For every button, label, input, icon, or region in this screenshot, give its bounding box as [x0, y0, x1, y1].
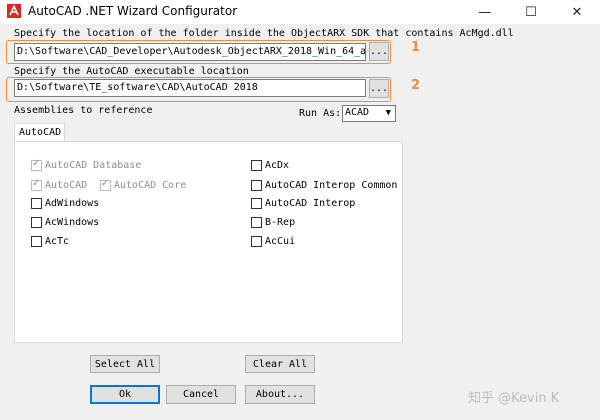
checkbox-autocad-interop-common[interactable]: AutoCAD Interop Common	[251, 180, 397, 191]
checkbox-label: AutoCAD Interop	[265, 198, 356, 209]
annotation-1: 1	[411, 40, 421, 55]
close-icon: ✕	[571, 4, 583, 20]
assemblies-label: Assemblies to reference	[14, 105, 153, 116]
autocad-app-icon	[7, 4, 21, 18]
checkbox-autocad-database[interactable]: ✓ AutoCAD Database	[31, 158, 142, 171]
chevron-down-icon: ▼	[385, 108, 391, 118]
window-title: AutoCAD .NET Wizard Configurator	[28, 4, 238, 18]
about-button[interactable]: About...	[245, 385, 315, 404]
sdk-path-label: Specify the location of the folder insid…	[14, 28, 514, 39]
checkbox-box	[251, 198, 262, 209]
checkbox-actc[interactable]: AcTc	[31, 236, 69, 247]
checkbox-label: AutoCAD	[45, 180, 88, 191]
checkbox-label: B-Rep	[265, 217, 296, 228]
checkmark-icon: ✓	[32, 158, 41, 169]
dialog-body: Specify the location of the folder insid…	[0, 24, 600, 420]
sdk-path-input[interactable]: D:\Software\CAD_Developer\Autodesk_Objec…	[14, 43, 366, 61]
run-as-value: ACAD	[345, 107, 370, 118]
run-as-select[interactable]: ACAD ▼	[342, 105, 396, 122]
checkbox-label: AutoCAD Interop Common	[265, 180, 398, 191]
run-as-label: Run As:	[299, 108, 342, 119]
close-button[interactable]: ✕	[554, 0, 600, 24]
exe-path-label: Specify the AutoCAD executable location	[14, 66, 249, 77]
checkbox-box	[31, 236, 42, 247]
select-all-button[interactable]: Select All	[90, 355, 160, 373]
checkbox-acwindows[interactable]: AcWindows	[31, 217, 99, 228]
minimize-button[interactable]: —	[462, 0, 508, 24]
annotation-2: 2	[411, 78, 421, 93]
checkbox-acdx[interactable]: AcDx	[251, 160, 289, 171]
checkbox-box: ✓	[31, 178, 42, 191]
maximize-button[interactable]: ☐	[508, 0, 554, 24]
checkbox-label: AdWindows	[45, 198, 100, 209]
checkmark-icon: ✓	[101, 178, 110, 189]
checkbox-autocad-interop[interactable]: AutoCAD Interop	[251, 198, 355, 209]
checkbox-autocad[interactable]: ✓ AutoCAD	[31, 178, 88, 191]
tab-autocad[interactable]: AutoCAD	[14, 123, 65, 142]
sdk-browse-button[interactable]: ...	[369, 42, 389, 61]
checkbox-box	[251, 180, 262, 191]
checkbox-adwindows[interactable]: AdWindows	[31, 198, 99, 209]
maximize-icon: ☐	[525, 4, 537, 20]
assemblies-panel	[14, 141, 403, 343]
checkbox-label: AutoCAD Database	[45, 160, 142, 171]
checkbox-label: AutoCAD Core	[114, 180, 187, 191]
checkbox-autocad-core[interactable]: ✓ AutoCAD Core	[100, 178, 187, 191]
checkbox-box	[31, 198, 42, 209]
exe-path-input[interactable]: D:\Software\TE_software\CAD\AutoCAD 2018	[14, 79, 366, 97]
checkmark-icon: ✓	[32, 178, 41, 189]
checkbox-box	[251, 236, 262, 247]
checkbox-brep[interactable]: B-Rep	[251, 217, 295, 228]
clear-all-button[interactable]: Clear All	[245, 355, 315, 373]
checkbox-label: AcDx	[265, 160, 290, 171]
minimize-icon: —	[478, 4, 492, 20]
ok-button[interactable]: Ok	[90, 385, 160, 404]
checkbox-box: ✓	[31, 158, 42, 171]
checkbox-box	[31, 217, 42, 228]
checkbox-box: ✓	[100, 178, 111, 191]
checkbox-label: AcCui	[265, 236, 296, 247]
cancel-button[interactable]: Cancel	[166, 385, 236, 404]
checkbox-label: AcTc	[45, 236, 70, 247]
checkbox-box	[251, 160, 262, 171]
checkbox-box	[251, 217, 262, 228]
exe-browse-button[interactable]: ...	[369, 79, 389, 98]
watermark-text: 知乎 @Kevin K	[468, 391, 560, 406]
checkbox-accui[interactable]: AcCui	[251, 236, 295, 247]
checkbox-label: AcWindows	[45, 217, 100, 228]
title-bar: AutoCAD .NET Wizard Configurator — ☐ ✕	[0, 0, 600, 24]
